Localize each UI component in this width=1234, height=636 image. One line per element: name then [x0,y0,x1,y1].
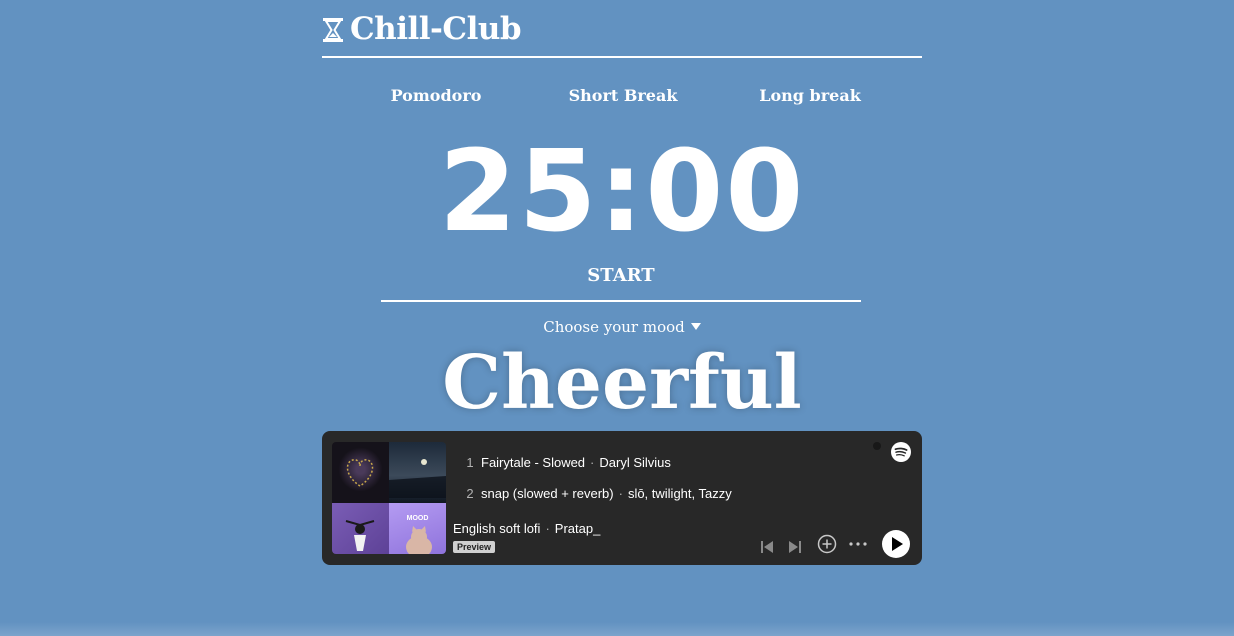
cover-tile-2 [389,442,446,503]
track-list: 1 Fairytale - Slowed · Daryl Silvius 2 s… [460,447,732,509]
tab-long-break[interactable]: Long break [759,86,861,105]
play-button[interactable] [882,530,910,558]
cover-tile-1 [332,442,389,503]
cover-tile-3 [332,503,389,554]
playlist-name[interactable]: English soft lofi [453,521,540,536]
night-sea-image [389,459,446,498]
tab-pomodoro[interactable]: Pomodoro [391,86,482,105]
figure-image [345,520,375,551]
track-artist: Daryl Silvius [599,455,671,470]
cat-image [406,526,432,554]
heart-necklace-image [346,459,374,487]
hourglass-icon [323,18,343,42]
playlist-owner[interactable]: Pratap_ [555,521,601,536]
spotify-embed-player: MOOD 1 Fairytale - Slowed · Daryl Silviu… [322,431,922,565]
preview-badge: Preview [453,541,496,553]
spotify-icon[interactable] [891,442,911,462]
track-row[interactable]: 1 Fairytale - Slowed · Daryl Silvius [460,447,732,478]
play-icon [892,537,903,551]
playlist-cover[interactable]: MOOD [332,442,446,554]
status-dot-icon [873,442,881,450]
bottom-edge [0,622,1234,636]
start-button[interactable]: START [381,262,861,302]
playlist-info: English soft lofi · Pratap_ [453,521,600,536]
mode-tabs: Pomodoro Short Break Long break [322,86,922,112]
cover-mood-text: MOOD [406,515,429,522]
track-row[interactable]: 2 snap (slowed + reverb) · slō, twilight… [460,478,732,509]
cover-tile-4: MOOD [389,503,446,554]
track-number: 2 [466,486,474,501]
skip-back-icon[interactable] [760,540,774,554]
header: Chill-Club [322,8,922,58]
separator-dot: · [618,486,623,501]
track-title: Fairytale - Slowed [481,455,586,470]
timer-display: 25:00 [438,127,806,257]
mood-dropdown-label: Choose your mood [543,318,685,336]
track-number: 1 [466,455,474,470]
mood-title: Cheerful [442,340,802,426]
track-artist: slō, twilight, Tazzy [627,486,732,501]
tab-short-break[interactable]: Short Break [569,86,678,105]
track-title: snap (slowed + reverb) [481,486,614,501]
caret-down-icon [690,323,701,330]
plus-circle-icon[interactable] [817,534,837,554]
separator-dot: · [590,455,595,470]
separator-dot: · [545,521,550,536]
app-title[interactable]: Chill-Club [350,11,522,47]
more-icon[interactable] [849,542,867,546]
mood-dropdown[interactable]: Choose your mood [522,316,722,338]
skip-forward-icon[interactable] [788,540,802,554]
